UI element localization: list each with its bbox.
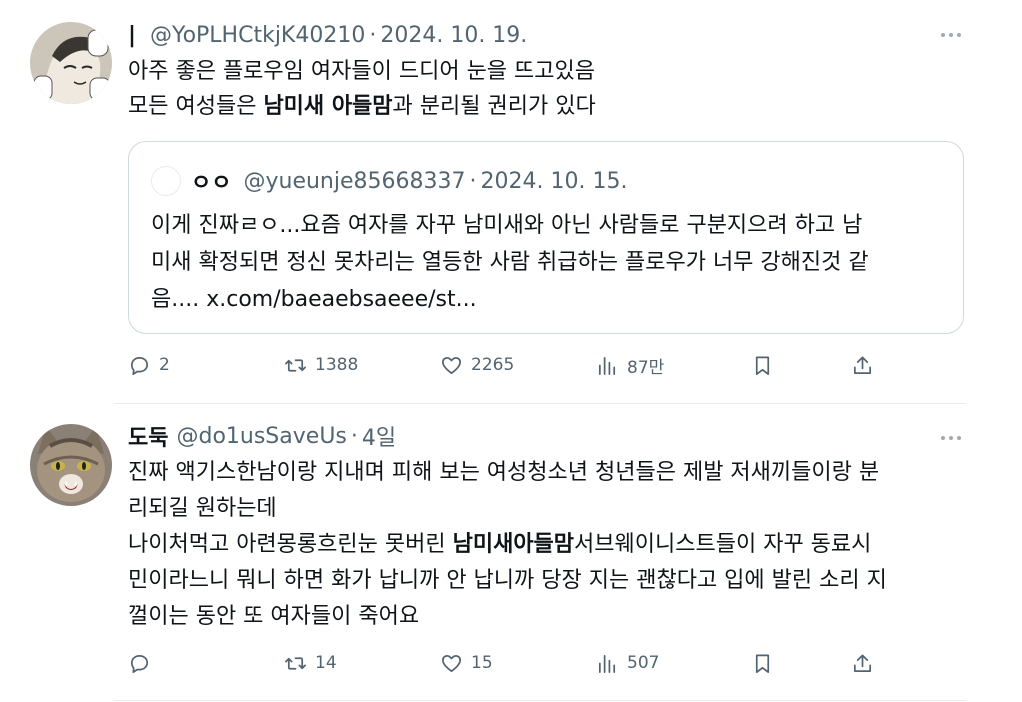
more-icon-dot bbox=[957, 33, 961, 37]
tweet-text-line: 리되길 원하는데 bbox=[128, 496, 277, 521]
retweet-icon bbox=[285, 358, 306, 372]
reply-icon bbox=[130, 356, 149, 375]
retweet-icon bbox=[285, 656, 306, 670]
share-button[interactable] bbox=[851, 350, 874, 380]
more-options-button[interactable] bbox=[936, 426, 966, 450]
quoted-tweet[interactable]: ㅇㅇ @yueunje85668337 · 2024. 10. 15. 이게 진… bbox=[128, 141, 964, 334]
reply-count: 2 bbox=[159, 355, 170, 375]
share-icon bbox=[853, 653, 872, 672]
like-icon bbox=[442, 356, 461, 374]
text-span: 서브웨이니스트들이 자꾸 동료시 bbox=[574, 532, 872, 557]
retweet-count: 14 bbox=[315, 653, 337, 673]
views-button[interactable]: 507 bbox=[596, 648, 659, 678]
user-handle[interactable]: @do1usSaveUs bbox=[176, 424, 346, 449]
tweet-header: 도둑 @do1usSaveUs · 4일 bbox=[128, 420, 396, 452]
post-date[interactable]: 2024. 10. 19. bbox=[380, 23, 527, 48]
tweet-text-line: 아주 좋은 플로우임 여자들이 드디어 눈을 뜨고있음 bbox=[128, 59, 596, 84]
quote-text: 이게 진짜ㄹㅇ...요즘 여자를 자꾸 남미새와 아닌 사람들로 구분지으려 하… bbox=[151, 207, 951, 318]
tweet-text-line: 모든 여성들은 남미새 아들맘과 분리될 권리가 있다 bbox=[128, 89, 958, 124]
tweet-actions: 2 1388 2265 87만 bbox=[0, 350, 1022, 380]
manga-avatar-image bbox=[30, 22, 112, 104]
text-span: 모든 여성들은 bbox=[128, 94, 264, 119]
more-options-button[interactable] bbox=[936, 23, 966, 47]
reply-button[interactable] bbox=[128, 648, 159, 678]
quote-text-line: 미새 확정되면 정신 못차리는 열등한 사람 취급하는 플로우가 너무 강해진것… bbox=[151, 250, 869, 275]
like-count: 15 bbox=[471, 653, 493, 673]
quote-header: ㅇㅇ @yueunje85668337 · 2024. 10. 15. bbox=[191, 165, 627, 197]
tweet-divider bbox=[114, 700, 966, 701]
text-span: 과 분리될 권리가 있다 bbox=[392, 94, 596, 119]
text-span: 나이처먹고 아련몽롱흐린눈 못버린 bbox=[128, 532, 453, 557]
like-button[interactable]: 15 bbox=[440, 648, 493, 678]
quote-user-handle[interactable]: @yueunje85668337 bbox=[243, 169, 465, 194]
post-date[interactable]: 4일 bbox=[362, 420, 396, 452]
separator-dot: · bbox=[350, 423, 358, 449]
more-icon-dot bbox=[949, 436, 953, 440]
tweet-1: | @YoPLHCtkjK40210 · 2024. 10. 19. 아주 좋은… bbox=[0, 0, 1022, 400]
quote-text-line: 이게 진짜ㄹㅇ...요즘 여자를 자꾸 남미새와 아닌 사람들로 구분지으려 하… bbox=[151, 213, 863, 238]
views-icon bbox=[598, 654, 616, 673]
like-button[interactable]: 2265 bbox=[440, 350, 514, 380]
bold-text: 남미새아들맘 bbox=[452, 532, 575, 557]
tweet-text-line: 민이라느니 뭐니 하면 화가 납니까 안 납니까 당장 지는 괜찮다고 입에 발… bbox=[128, 568, 887, 593]
bold-text: 남미새 아들맘 bbox=[263, 94, 393, 119]
tweet-text-line: 껄이는 동안 또 여자들이 죽어요 bbox=[128, 604, 420, 629]
reply-icon bbox=[130, 654, 149, 673]
more-icon-dot bbox=[949, 33, 953, 37]
separator-dot: · bbox=[469, 168, 477, 194]
tweet-header: | @YoPLHCtkjK40210 · 2024. 10. 19. bbox=[128, 19, 527, 51]
like-count: 2265 bbox=[471, 355, 515, 375]
more-icon-dot bbox=[941, 33, 945, 37]
tweet-text-line: 진짜 액기스한남이랑 지내며 피해 보는 여성청소년 청년들은 제발 저새끼들이… bbox=[128, 460, 880, 485]
user-handle[interactable]: @YoPLHCtkjK40210 bbox=[150, 23, 365, 48]
share-icon bbox=[853, 355, 872, 374]
views-button[interactable]: 87만 bbox=[596, 350, 664, 380]
cat-avatar-image bbox=[30, 424, 112, 506]
share-button[interactable] bbox=[851, 648, 874, 678]
retweet-button[interactable]: 14 bbox=[284, 648, 337, 678]
views-icon bbox=[598, 356, 616, 375]
more-icon-dot bbox=[957, 436, 961, 440]
tweet-text: 진짜 액기스한남이랑 지내며 피해 보는 여성청소년 청년들은 제발 저새끼들이… bbox=[128, 455, 958, 635]
tweet-actions: 14 15 507 bbox=[0, 648, 1022, 678]
bookmark-icon bbox=[755, 653, 770, 673]
like-icon bbox=[442, 654, 461, 672]
avatar-manga[interactable] bbox=[30, 22, 112, 104]
bookmark-button[interactable] bbox=[751, 350, 774, 380]
quote-avatar[interactable] bbox=[151, 166, 181, 196]
bookmark-button[interactable] bbox=[751, 648, 774, 678]
more-icon-dot bbox=[941, 436, 945, 440]
user-marker: | bbox=[128, 22, 137, 48]
tweet-text-line: 나이처먹고 아련몽롱흐린눈 못버린 남미새아들맘서브웨이니스트들이 자꾸 동료시 bbox=[128, 527, 958, 563]
reply-button[interactable]: 2 bbox=[128, 350, 170, 380]
user-name[interactable]: 도둑 bbox=[128, 420, 168, 452]
separator-dot: · bbox=[369, 22, 377, 48]
quote-user-name[interactable]: ㅇㅇ bbox=[191, 165, 231, 197]
tweet-2: 도둑 @do1usSaveUs · 4일 진짜 액기스한남이랑 지내며 피해 보… bbox=[0, 404, 1022, 702]
retweet-button[interactable]: 1388 bbox=[284, 350, 358, 380]
avatar-cat[interactable] bbox=[30, 424, 112, 506]
tweet-text: 아주 좋은 플로우임 여자들이 드디어 눈을 뜨고있음 모든 여성들은 남미새 … bbox=[128, 54, 958, 124]
retweet-count: 1388 bbox=[315, 355, 359, 375]
views-count: 507 bbox=[627, 653, 660, 673]
views-count: 87만 bbox=[627, 357, 665, 378]
quote-date[interactable]: 2024. 10. 15. bbox=[481, 169, 628, 194]
bookmark-icon bbox=[755, 355, 770, 375]
quote-text-line: 음.... x.com/baeaebsaeee/st... bbox=[151, 287, 477, 312]
